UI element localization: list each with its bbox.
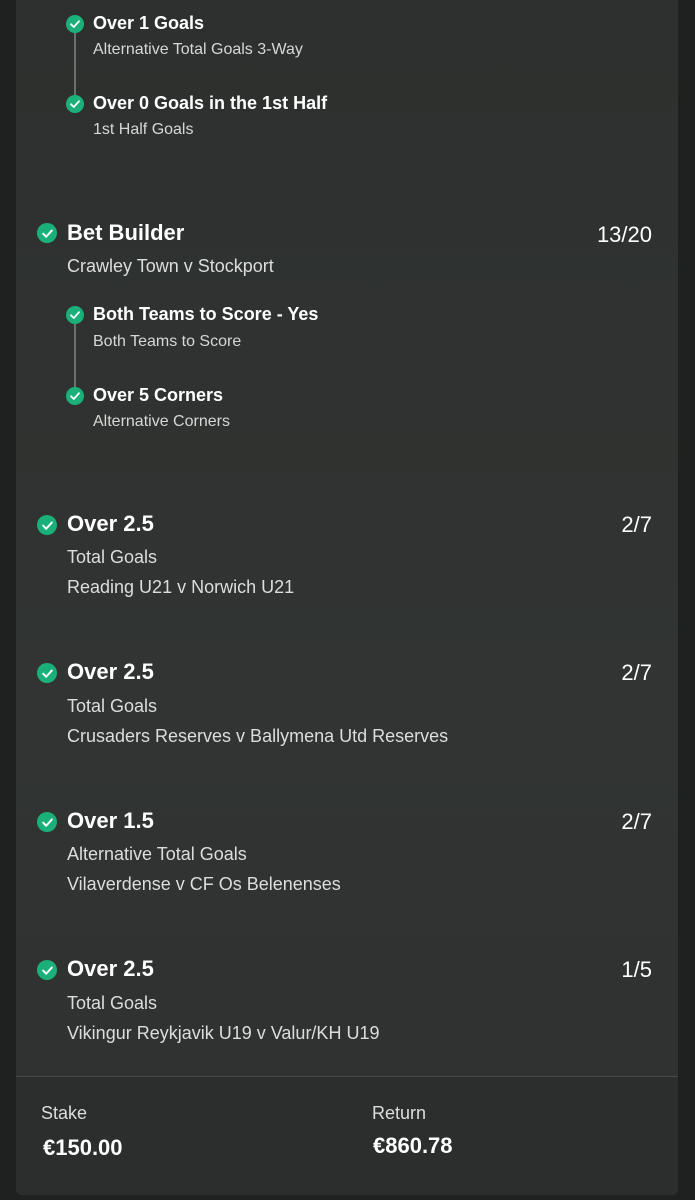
check-circle-icon: [66, 387, 84, 405]
check-circle-icon: [66, 95, 84, 113]
selection-odds: 2/7: [621, 809, 652, 834]
event-name: Crusaders Reserves v Ballymena Utd Reser…: [67, 726, 449, 746]
selection-title: Over 2.5: [67, 511, 154, 536]
leg-connector-line: [74, 32, 76, 104]
return-label: Return: [372, 1103, 427, 1123]
selection-title: Over 2.5: [67, 659, 154, 684]
bet-builder-title: Bet Builder: [67, 220, 185, 245]
market-name: Alternative Total Goals: [67, 844, 247, 864]
leg-title: Over 1 Goals: [93, 13, 205, 33]
selection-title: Over 2.5: [67, 956, 154, 981]
check-circle-icon: [37, 960, 57, 980]
return-value: €860.78: [373, 1133, 453, 1158]
check-circle-icon: [37, 812, 57, 832]
leg-market: Alternative Total Goals 3-Way: [93, 41, 303, 58]
check-circle-icon: [66, 306, 84, 324]
leg-market: Alternative Corners: [93, 413, 230, 430]
check-circle-icon: [66, 15, 84, 33]
event-name: Crawley Town v Stockport: [67, 256, 274, 276]
event-name: Vilaverdense v CF Os Belenenses: [67, 874, 341, 894]
selection-odds: 13/20: [596, 222, 652, 247]
selection-odds: 2/7: [621, 660, 652, 685]
market-name: Total Goals: [67, 696, 158, 716]
bet-summary-footer: Stake €150.00 Return €860.78: [16, 1076, 678, 1195]
stake-label: Stake: [41, 1103, 88, 1123]
leg-title: Over 0 Goals in the 1st Half: [93, 93, 328, 113]
selection-title: Over 1.5: [67, 808, 154, 833]
market-name: Total Goals: [67, 547, 158, 567]
event-name: Vikingur Reykjavik U19 v Valur/KH U19: [67, 1023, 380, 1043]
leg-title: Over 5 Corners: [93, 385, 224, 405]
check-circle-icon: [37, 223, 57, 243]
leg-title: Both Teams to Score - Yes: [93, 304, 319, 324]
leg-market: Both Teams to Score: [93, 333, 242, 350]
check-circle-icon: [37, 663, 57, 683]
event-name: Reading U21 v Norwich U21: [67, 577, 295, 597]
leg-connector-line: [74, 324, 76, 396]
leg-market: 1st Half Goals: [93, 121, 194, 138]
market-name: Total Goals: [67, 993, 158, 1013]
selection-odds: 1/5: [621, 957, 652, 982]
selection-odds: 2/7: [621, 512, 652, 537]
stake-value: €150.00: [43, 1135, 123, 1160]
check-circle-icon: [37, 515, 57, 535]
